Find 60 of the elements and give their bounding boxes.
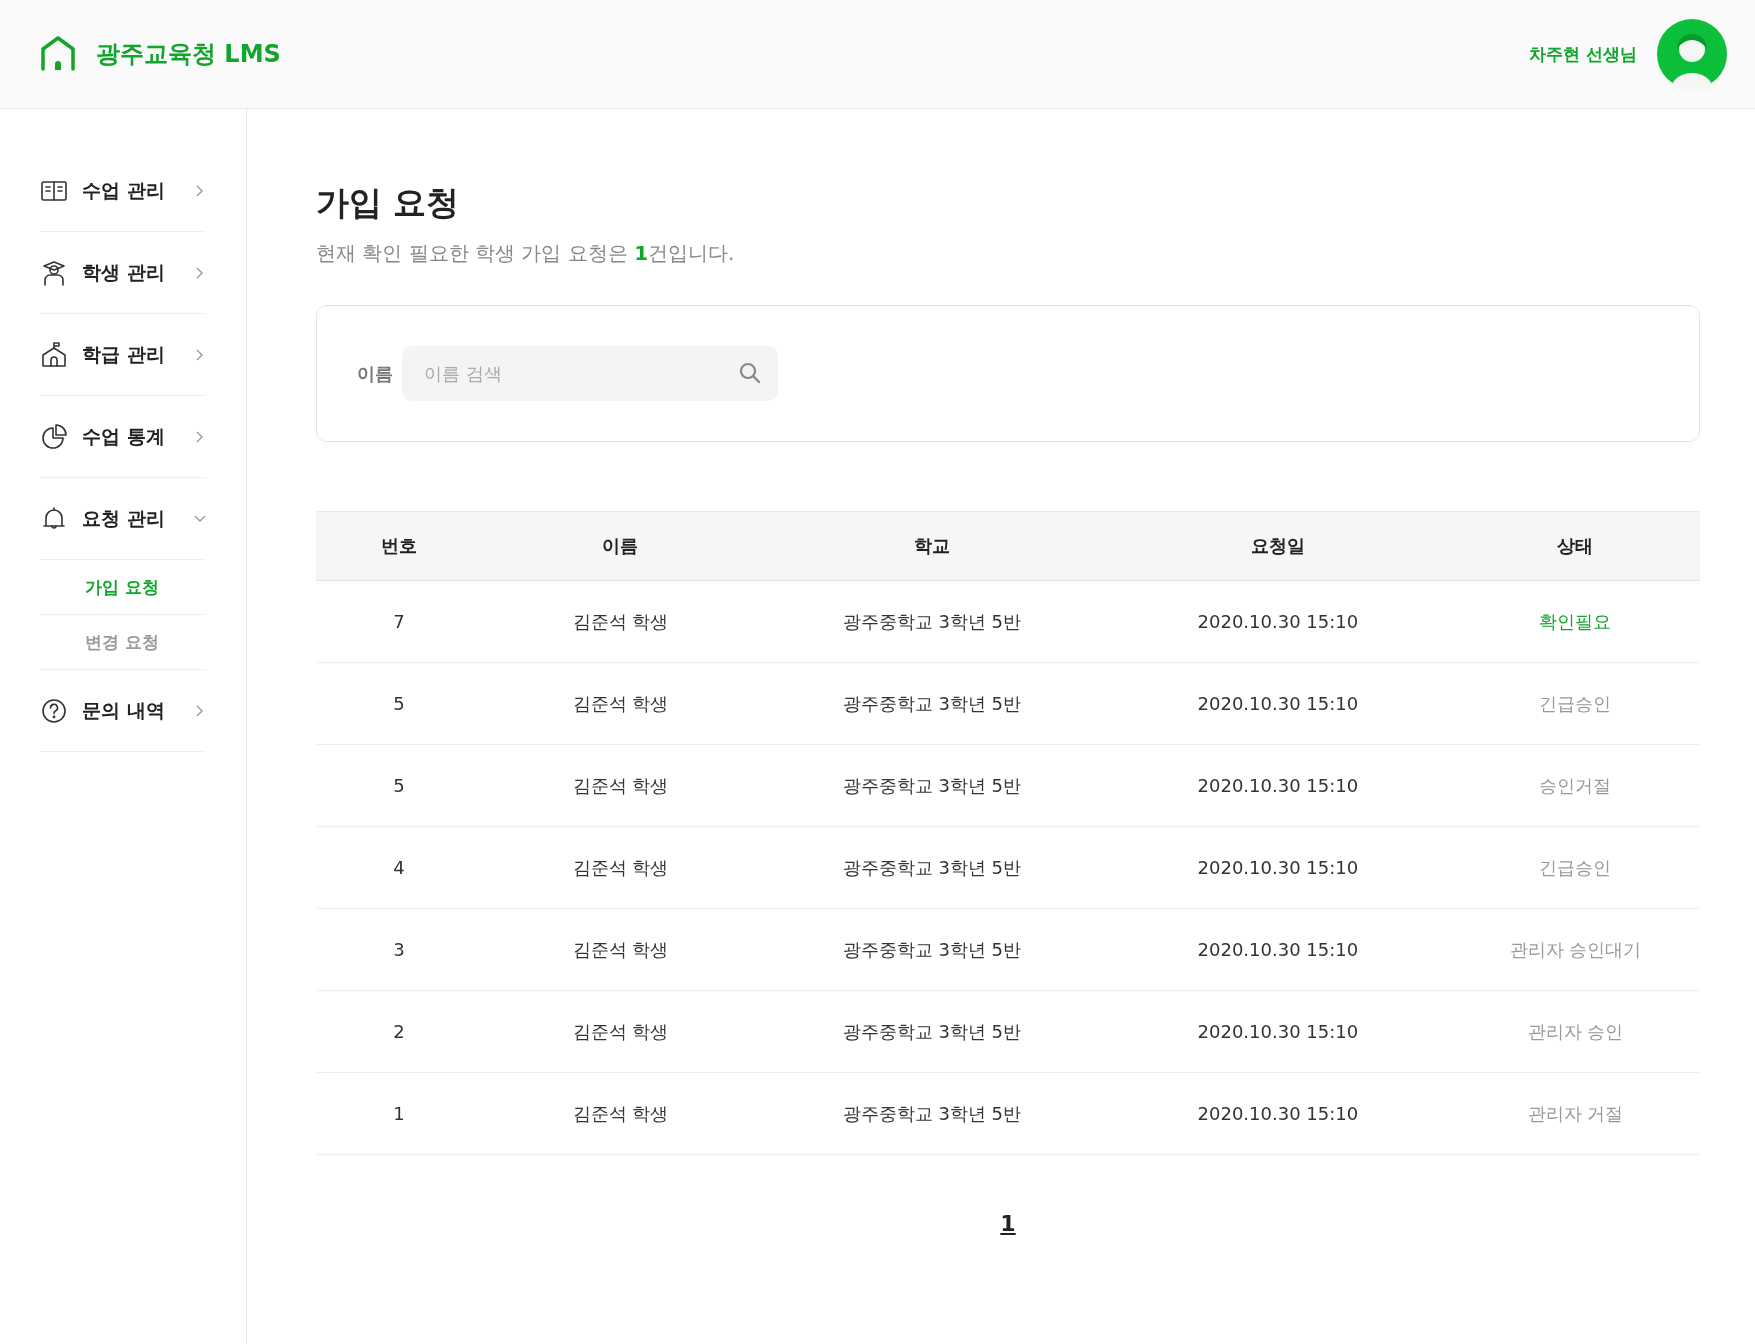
table-cell: 김준석 학생 — [482, 908, 759, 991]
status-cell: 확인필요 — [1450, 580, 1700, 663]
question-icon — [40, 696, 68, 725]
table-cell: 2020.10.30 15:10 — [1104, 990, 1451, 1073]
sidebar-item[interactable]: 학급 관리 — [40, 314, 206, 396]
status-cell: 승인거절 — [1450, 744, 1700, 827]
pie-chart-icon — [40, 422, 68, 451]
sidebar-item[interactable]: 수업 통계 — [40, 396, 206, 478]
sidebar-item[interactable]: 학생 관리 — [40, 232, 206, 314]
sidebar-item[interactable]: 수업 관리 — [40, 150, 206, 232]
search-icon[interactable] — [738, 361, 762, 385]
status-cell: 관리자 승인대기 — [1450, 908, 1700, 991]
table-cell: 5 — [316, 662, 483, 745]
column-header: 이름 — [482, 511, 759, 581]
school-icon — [40, 340, 68, 369]
table-cell: 2020.10.30 15:10 — [1104, 1072, 1451, 1155]
table-cell: 광주중학교 3학년 5반 — [758, 990, 1105, 1073]
table-cell: 5 — [316, 744, 483, 827]
house-icon — [40, 36, 76, 72]
student-icon — [40, 258, 68, 287]
column-header: 상태 — [1450, 511, 1700, 581]
status-cell: 관리자 거절 — [1450, 1072, 1700, 1155]
column-header: 학교 — [758, 511, 1105, 581]
status-cell: 긴급승인 — [1450, 826, 1700, 909]
page-subtitle: 현재 확인 필요한 학생 가입 요청은 1건입니다. — [316, 240, 736, 267]
table-cell: 2020.10.30 15:10 — [1104, 744, 1451, 827]
table-cell: 1 — [316, 1072, 483, 1155]
table-cell: 2020.10.30 15:10 — [1104, 662, 1451, 745]
search-label: 이름 — [357, 361, 393, 386]
status-cell: 관리자 승인 — [1450, 990, 1700, 1073]
table-cell: 2 — [316, 990, 483, 1073]
table-cell: 광주중학교 3학년 5반 — [758, 744, 1105, 827]
sidebar-item[interactable]: 문의 내역 — [40, 670, 206, 752]
table-cell: 2020.10.30 15:10 — [1104, 826, 1451, 909]
table-cell: 광주중학교 3학년 5반 — [758, 908, 1105, 991]
table-cell: 김준석 학생 — [482, 990, 759, 1073]
table-cell: 광주중학교 3학년 5반 — [758, 662, 1105, 745]
status-cell: 긴급승인 — [1450, 662, 1700, 745]
avatar[interactable] — [1657, 19, 1727, 89]
logo-text: 광주교육청 LMS — [96, 39, 281, 70]
column-header: 번호 — [316, 511, 483, 581]
table-cell: 김준석 학생 — [482, 744, 759, 827]
table-cell: 4 — [316, 826, 483, 909]
page-link[interactable]: 1 — [1000, 1211, 1016, 1236]
table-cell: 3 — [316, 908, 483, 991]
table-cell: 2020.10.30 15:10 — [1104, 580, 1451, 663]
table-cell: 김준석 학생 — [482, 662, 759, 745]
sidebar-item[interactable]: 요청 관리 — [40, 478, 206, 560]
table-cell: 김준석 학생 — [482, 1072, 759, 1155]
user-name: 차주현 선생님 — [1529, 42, 1637, 66]
table-cell: 7 — [316, 580, 483, 663]
column-header: 요청일 — [1104, 511, 1451, 581]
table-cell: 광주중학교 3학년 5반 — [758, 580, 1105, 663]
table-cell: 광주중학교 3학년 5반 — [758, 826, 1105, 909]
table-cell: 김준석 학생 — [482, 826, 759, 909]
search-field[interactable]: 이름 검색 — [402, 346, 778, 401]
page-title: 가입 요청 — [316, 182, 461, 224]
table-cell: 2020.10.30 15:10 — [1104, 908, 1451, 991]
table-cell: 김준석 학생 — [482, 580, 759, 663]
table-cell: 광주중학교 3학년 5반 — [758, 1072, 1105, 1155]
